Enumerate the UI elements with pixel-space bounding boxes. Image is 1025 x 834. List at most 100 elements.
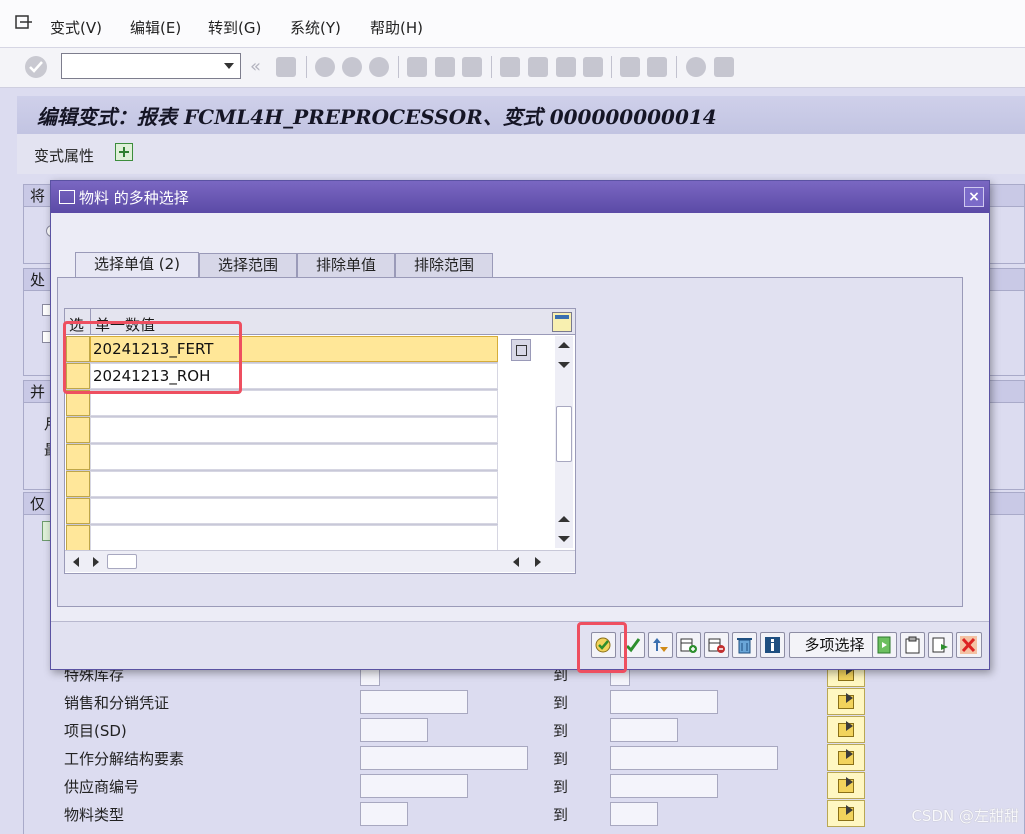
input-from[interactable] bbox=[360, 746, 528, 770]
row-selector[interactable] bbox=[66, 390, 90, 416]
row-selector[interactable] bbox=[66, 525, 90, 551]
close-icon[interactable]: × bbox=[964, 187, 984, 207]
selection-row: 物料类型 到 bbox=[64, 800, 1024, 828]
scroll-thumb[interactable] bbox=[556, 406, 572, 462]
previous-page-icon[interactable] bbox=[528, 57, 548, 77]
input-from[interactable] bbox=[360, 718, 428, 742]
table-settings-icon[interactable] bbox=[552, 312, 572, 332]
multiple-selection-button[interactable]: 多项选择 bbox=[789, 632, 880, 658]
scroll-right-icon[interactable] bbox=[535, 557, 541, 567]
input-to[interactable] bbox=[610, 774, 718, 798]
first-page-icon[interactable] bbox=[500, 57, 520, 77]
tab-select-ranges[interactable]: 选择范围 bbox=[199, 253, 297, 277]
cancel-icon[interactable] bbox=[956, 632, 982, 658]
application-toolbar: 变式属性 bbox=[17, 134, 1025, 174]
copy-icon[interactable] bbox=[928, 632, 953, 658]
field-label: 项目(SD) bbox=[64, 722, 127, 740]
upload-clipboard-icon[interactable] bbox=[900, 632, 925, 658]
find-icon[interactable] bbox=[435, 57, 455, 77]
row-selector[interactable] bbox=[66, 336, 90, 362]
row-selector[interactable] bbox=[66, 471, 90, 497]
horizontal-scrollbar[interactable] bbox=[65, 550, 575, 572]
input-to[interactable] bbox=[610, 718, 678, 742]
vertical-scrollbar[interactable] bbox=[555, 336, 573, 548]
multiple-selection-button[interactable] bbox=[827, 800, 865, 827]
column-header-single-value[interactable]: 单一数值 bbox=[95, 314, 155, 335]
chevron-down-icon[interactable] bbox=[224, 63, 234, 69]
input-to[interactable] bbox=[610, 802, 658, 826]
single-value-input[interactable] bbox=[91, 337, 491, 361]
standard-toolbar: « bbox=[0, 48, 1025, 88]
exit-icon[interactable] bbox=[342, 57, 362, 77]
single-value-input[interactable] bbox=[91, 418, 491, 442]
row-selector[interactable] bbox=[66, 363, 90, 389]
multiple-selection-button[interactable] bbox=[827, 688, 865, 715]
multiple-selection-button[interactable] bbox=[827, 772, 865, 799]
scroll-thumb[interactable] bbox=[107, 554, 137, 569]
info-icon[interactable] bbox=[760, 632, 785, 658]
menu-variant[interactable]: 变式(V) bbox=[50, 17, 102, 38]
command-input[interactable] bbox=[66, 55, 216, 77]
selection-row: 供应商编号 到 bbox=[64, 772, 1024, 800]
sort-icon[interactable] bbox=[648, 632, 673, 658]
last-page-icon[interactable] bbox=[583, 57, 603, 77]
menu-goto[interactable]: 转到(G) bbox=[208, 17, 261, 38]
window-menu-icon[interactable] bbox=[14, 14, 34, 32]
import-file-icon[interactable] bbox=[872, 632, 897, 658]
new-session-icon[interactable] bbox=[620, 57, 640, 77]
check-icon[interactable] bbox=[620, 632, 645, 658]
input-from[interactable] bbox=[360, 802, 408, 826]
menu-edit[interactable]: 编辑(E) bbox=[130, 17, 181, 38]
variant-attributes-button[interactable]: 变式属性 bbox=[34, 145, 94, 166]
scroll-left-icon[interactable] bbox=[73, 557, 79, 567]
single-value-input[interactable] bbox=[91, 499, 491, 523]
scroll-down-icon[interactable] bbox=[558, 536, 570, 542]
scroll-right-icon[interactable] bbox=[93, 557, 99, 567]
input-from[interactable] bbox=[360, 774, 468, 798]
shortcut-icon[interactable] bbox=[647, 57, 667, 77]
print-icon[interactable] bbox=[407, 57, 427, 77]
scroll-up-icon[interactable] bbox=[558, 516, 570, 522]
scroll-left-icon[interactable] bbox=[513, 557, 519, 567]
multiple-selection-button[interactable] bbox=[827, 744, 865, 771]
single-value-input[interactable] bbox=[91, 526, 491, 550]
cancel-icon[interactable] bbox=[369, 57, 389, 77]
delete-line-icon[interactable] bbox=[704, 632, 729, 658]
find-next-icon[interactable] bbox=[462, 57, 482, 77]
scroll-up-icon[interactable] bbox=[558, 342, 570, 348]
selection-row: 工作分解结构要素 到 bbox=[64, 744, 1024, 772]
input-to[interactable] bbox=[610, 746, 778, 770]
watermark: CSDN @左甜甜 bbox=[911, 807, 1019, 825]
single-value-input[interactable] bbox=[91, 391, 491, 415]
next-page-icon[interactable] bbox=[556, 57, 576, 77]
save-icon[interactable] bbox=[276, 57, 296, 77]
column-header-select[interactable]: 选 bbox=[69, 314, 84, 335]
multiple-selection-button[interactable] bbox=[827, 716, 865, 743]
single-value-input[interactable] bbox=[91, 364, 491, 388]
help-icon[interactable] bbox=[686, 57, 706, 77]
add-attribute-icon[interactable] bbox=[115, 143, 133, 161]
value-help-icon[interactable] bbox=[511, 339, 531, 361]
menu-system[interactable]: 系统(Y) bbox=[290, 17, 341, 38]
layout-icon[interactable] bbox=[714, 57, 734, 77]
delete-all-icon[interactable] bbox=[732, 632, 757, 658]
single-value-input[interactable] bbox=[91, 472, 491, 496]
single-value-input[interactable] bbox=[91, 445, 491, 469]
row-selector[interactable] bbox=[66, 498, 90, 524]
ok-icon[interactable] bbox=[25, 56, 47, 78]
tab-select-single-values[interactable]: 选择单值 (2) bbox=[75, 252, 199, 278]
dialog-title-bar: 物料 的多种选择 × bbox=[51, 181, 989, 213]
input-to[interactable] bbox=[610, 690, 718, 714]
menu-help[interactable]: 帮助(H) bbox=[370, 17, 423, 38]
back-icon[interactable] bbox=[315, 57, 335, 77]
toolbar-collapse-chevron[interactable]: « bbox=[250, 56, 261, 77]
tab-exclude-ranges[interactable]: 排除范围 bbox=[395, 253, 493, 277]
input-from[interactable] bbox=[360, 690, 468, 714]
row-selector[interactable] bbox=[66, 417, 90, 443]
tab-exclude-single-values[interactable]: 排除单值 bbox=[297, 253, 395, 277]
row-selector[interactable] bbox=[66, 444, 90, 470]
command-field[interactable] bbox=[61, 53, 241, 79]
execute-icon[interactable] bbox=[591, 632, 616, 658]
scroll-down-icon[interactable] bbox=[558, 362, 570, 368]
insert-line-icon[interactable] bbox=[676, 632, 701, 658]
